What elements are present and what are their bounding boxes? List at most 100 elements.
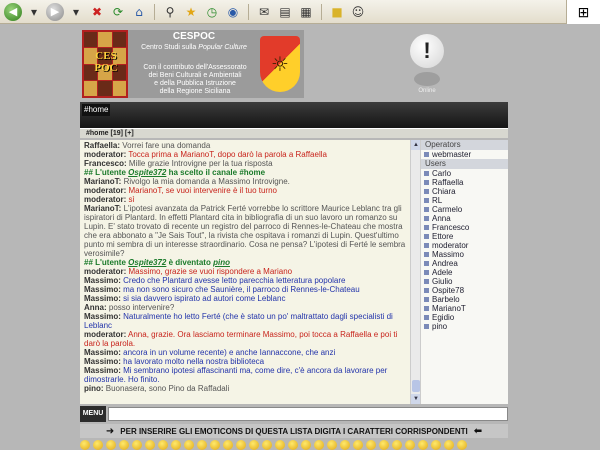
edit-icon[interactable]: ▦ xyxy=(297,3,315,21)
emoticon-icon[interactable] xyxy=(418,440,428,450)
user-list-item[interactable]: Egidio xyxy=(421,313,508,322)
emoticon-icon[interactable] xyxy=(145,440,155,450)
chat-scrollbar[interactable]: ▲ ▼ xyxy=(410,140,421,404)
emoticon-icon[interactable] xyxy=(223,440,233,450)
message-nick[interactable]: moderator: xyxy=(84,186,126,195)
emoticon-icon[interactable] xyxy=(366,440,376,450)
message-input[interactable] xyxy=(108,407,508,421)
user-icon xyxy=(424,198,429,203)
user-list-item[interactable]: Francesco xyxy=(421,223,508,232)
user-list-item[interactable]: MarianoT xyxy=(421,304,508,313)
emoticon-icon[interactable] xyxy=(301,440,311,450)
emoticon-icon[interactable] xyxy=(340,440,350,450)
emoticon-icon[interactable] xyxy=(210,440,220,450)
scroll-thumb[interactable] xyxy=(412,380,420,392)
emoticon-icon[interactable] xyxy=(119,440,129,450)
favorites-icon[interactable]: ★ xyxy=(182,3,200,21)
message-nick[interactable]: pino: xyxy=(84,384,104,393)
user-name: Ospite78 xyxy=(432,286,465,295)
emoticon-icon[interactable] xyxy=(444,440,454,450)
message-nick[interactable]: Anna: xyxy=(84,303,107,312)
emoticon-icon[interactable] xyxy=(132,440,142,450)
message-nick[interactable]: Raffaella: xyxy=(84,141,120,150)
emoticon-icon[interactable] xyxy=(262,440,272,450)
message-nick[interactable]: Francesco: xyxy=(84,159,127,168)
user-list-item[interactable]: Ospite78 xyxy=(421,286,508,295)
message-nick[interactable]: MarianoT: xyxy=(84,177,121,186)
emoticon-icon[interactable] xyxy=(171,440,181,450)
user-link[interactable]: Ospite372 xyxy=(128,168,166,177)
stop-icon[interactable]: ✖ xyxy=(88,3,106,21)
user-list-item[interactable]: Chiara xyxy=(421,187,508,196)
user-list-item[interactable]: Giulio xyxy=(421,277,508,286)
user-list-item[interactable]: Carmelo xyxy=(421,205,508,214)
user-list-item[interactable]: Ettore xyxy=(421,232,508,241)
emoticon-icon[interactable] xyxy=(392,440,402,450)
dropdown-arrow-icon[interactable]: ▾ xyxy=(67,3,85,21)
emoticon-icon[interactable] xyxy=(314,440,324,450)
message-nick[interactable]: Massimo: xyxy=(84,357,121,366)
emoticon-icon[interactable] xyxy=(80,440,90,450)
message-nick[interactable]: Massimo: xyxy=(84,294,121,303)
emoticon-icon[interactable] xyxy=(288,440,298,450)
history-icon[interactable]: ◷ xyxy=(203,3,221,21)
user-list-item[interactable]: Raffaella xyxy=(421,178,508,187)
user-list-item[interactable]: Carlo xyxy=(421,169,508,178)
user-name: Ettore xyxy=(432,232,454,241)
back-icon[interactable]: ◀ xyxy=(4,2,22,21)
emoticon-icon[interactable] xyxy=(353,440,363,450)
folder-icon[interactable]: ■ xyxy=(328,3,346,21)
online-label: Online xyxy=(418,88,436,94)
message-nick[interactable]: Massimo: xyxy=(84,285,121,294)
user-list-item[interactable]: RL xyxy=(421,196,508,205)
message-nick[interactable]: Massimo: xyxy=(84,366,121,375)
user-list-item[interactable]: Adele xyxy=(421,268,508,277)
emoticon-icon[interactable] xyxy=(197,440,207,450)
user-name: RL xyxy=(432,196,443,205)
message-nick[interactable]: Massimo: xyxy=(84,348,121,357)
emoticon-icon[interactable] xyxy=(431,440,441,450)
message-nick[interactable]: moderator: xyxy=(84,330,126,339)
user-list-item[interactable]: pino xyxy=(421,322,508,331)
emoticon-icon[interactable] xyxy=(106,440,116,450)
user-link[interactable]: pino xyxy=(213,258,230,267)
emoticon-icon[interactable] xyxy=(158,440,168,450)
emoticon-icon[interactable] xyxy=(275,440,285,450)
message-text: L'ipotesi avanzata da Patrick Ferté vorr… xyxy=(84,204,406,258)
emoticon-icon[interactable] xyxy=(93,440,103,450)
user-list-item[interactable]: Massimo xyxy=(421,250,508,259)
emoticon-icon[interactable] xyxy=(379,440,389,450)
message-nick[interactable]: moderator: xyxy=(84,195,126,204)
forward-icon[interactable]: ▶ xyxy=(46,2,64,21)
user-list-item[interactable]: Barbelo xyxy=(421,295,508,304)
message-nick[interactable]: moderator: xyxy=(84,150,126,159)
home-icon[interactable]: ⌂ xyxy=(130,3,148,21)
exclamation-icon[interactable]: ! xyxy=(410,34,444,68)
menu-button[interactable]: MENU xyxy=(80,406,106,422)
message-nick[interactable]: Massimo: xyxy=(84,276,121,285)
refresh-icon[interactable]: ⟳ xyxy=(109,3,127,21)
message-nick[interactable]: moderator: xyxy=(84,267,126,276)
emoticon-icon[interactable] xyxy=(184,440,194,450)
user-list-item[interactable]: Anna xyxy=(421,214,508,223)
emoticon-icon[interactable] xyxy=(236,440,246,450)
user-list-item[interactable]: webmaster xyxy=(421,150,508,159)
emoticon-icon[interactable] xyxy=(405,440,415,450)
user-link[interactable]: Ospite372 xyxy=(128,258,166,267)
tab-home[interactable]: #home xyxy=(82,104,111,116)
message-text: Vorrei fare una domanda xyxy=(120,141,211,150)
toolbar-divider xyxy=(321,3,322,20)
message-nick[interactable]: MarianoT: xyxy=(84,204,121,213)
search-icon[interactable]: ⚲ xyxy=(161,3,179,21)
messenger-icon[interactable]: ☺ xyxy=(349,3,367,21)
user-list-item[interactable]: moderator xyxy=(421,241,508,250)
media-icon[interactable]: ◉ xyxy=(224,3,242,21)
print-icon[interactable]: ▤ xyxy=(276,3,294,21)
message-nick[interactable]: Massimo: xyxy=(84,312,121,321)
emoticon-icon[interactable] xyxy=(249,440,259,450)
user-list-item[interactable]: Andrea xyxy=(421,259,508,268)
mail-icon[interactable]: ✉ xyxy=(255,3,273,21)
emoticon-icon[interactable] xyxy=(457,440,467,450)
emoticon-icon[interactable] xyxy=(327,440,337,450)
dropdown-arrow-icon[interactable]: ▾ xyxy=(25,3,43,21)
